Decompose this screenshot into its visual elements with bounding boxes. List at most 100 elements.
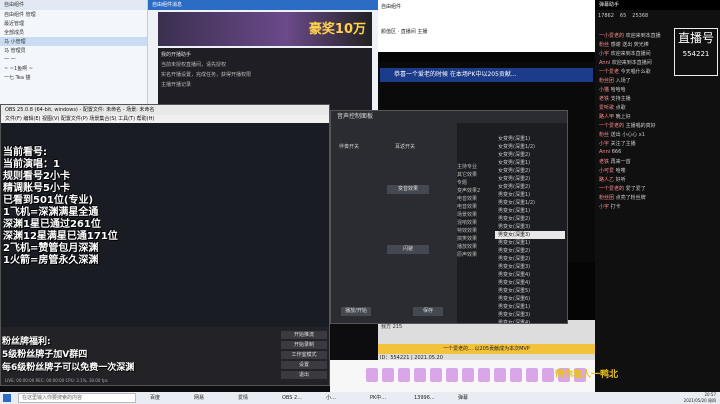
gift-icon[interactable] — [542, 368, 554, 382]
obs-control-button[interactable]: 退出 — [281, 371, 327, 379]
group-row[interactable]: 自由组件 管理 — [0, 10, 147, 19]
system-clock[interactable]: 20:57 2021/05/20 周四 — [684, 392, 716, 404]
play-button[interactable]: 播放/开始 — [341, 307, 371, 316]
voice-effect-item[interactable]: 男变女(深重2) — [495, 215, 565, 223]
live-room-tabs[interactable]: 颜值区 · 直播间 主播 — [381, 28, 592, 35]
group-row[interactable]: 全部成员 — [0, 28, 147, 37]
voice-effect-button[interactable]: 变音效果 — [387, 185, 429, 194]
obs-control-button[interactable]: 开始录制 — [281, 341, 327, 349]
taskbar-app[interactable]: OBS 2... — [282, 393, 302, 403]
taskbar-app[interactable]: 弹幕 — [458, 393, 468, 403]
gift-icon[interactable] — [382, 368, 394, 382]
start-icon[interactable] — [3, 394, 11, 402]
danmu-user[interactable]: Anni — [599, 60, 610, 66]
gift-icon[interactable] — [446, 368, 458, 382]
voice-effect-item[interactable]: 男变女(深重3) — [495, 223, 565, 231]
voice-category[interactable]: 主持专业 — [457, 163, 493, 171]
group-row[interactable]: ~ ~1鱼啊 ~ — [0, 64, 147, 73]
voice-effect-item[interactable]: 女变男(深重2) — [495, 151, 565, 159]
gift-icon[interactable] — [510, 368, 522, 382]
danmu-user[interactable]: 粉丝团 — [599, 195, 614, 201]
group-row[interactable]: 最近管理 — [0, 19, 147, 28]
group-row[interactable]: 马 管理员 — [0, 46, 147, 55]
danmu-user[interactable]: 小宇 — [599, 141, 609, 147]
voice-category[interactable]: 变声效果2 — [457, 187, 493, 195]
voice-effect-item[interactable]: 男变女(深重1) — [495, 303, 565, 311]
taskbar-app[interactable]: 百度 — [150, 393, 160, 403]
voice-effect-item[interactable]: 女变男(深重2) — [495, 183, 565, 191]
danmu-user[interactable]: 小宇 — [599, 51, 609, 57]
helper-line-3[interactable]: 主播开播记录 — [161, 81, 369, 88]
obs-control-button[interactable]: 设置 — [281, 361, 327, 369]
danmu-user[interactable]: 小猫 — [599, 87, 609, 93]
voice-effect-item[interactable]: 男变女(深重1/2) — [495, 199, 565, 207]
voice-category[interactable]: 特效效果 — [457, 227, 493, 235]
group-row[interactable]: 一七 Tea 猫 — [0, 73, 147, 82]
promo-banner[interactable]: 豪奖10万 — [158, 12, 372, 46]
voice-effect-item[interactable]: 男变女(深重1) — [495, 191, 565, 199]
voice-category[interactable]: 搞笑效果 — [457, 235, 493, 243]
taskbar-search-input[interactable]: 在这里输入你要搜索的内容 — [18, 393, 136, 403]
gift-icon[interactable] — [494, 368, 506, 382]
voice-category[interactable]: 原声效果 — [457, 251, 493, 259]
danmu-user[interactable]: 老铁 — [599, 96, 609, 102]
voice-effect-item[interactable]: 男变女(深重1) — [495, 239, 565, 247]
gift-icon[interactable] — [462, 368, 474, 382]
group-row[interactable]: 一 一 — [0, 55, 147, 64]
obs-menu-bar[interactable]: 文件(F) 编辑(E) 视图(V) 配置文件(P) 场景集合(S) 工具(T) … — [1, 115, 329, 123]
voice-effect-item[interactable]: 男变女(深重4) — [495, 271, 565, 279]
voice-effect-item[interactable]: 男变女(深重2) — [495, 255, 565, 263]
gift-icon[interactable] — [526, 368, 538, 382]
gift-icon[interactable] — [366, 368, 378, 382]
voice-effect-item[interactable]: 男变女(深重4) — [495, 319, 565, 323]
voice-effect-item[interactable]: 女变男(深重1) — [495, 159, 565, 167]
voice-category[interactable]: 其它效果 — [457, 171, 493, 179]
obs-control-button[interactable]: 工作室模式 — [281, 351, 327, 359]
danmu-user[interactable]: 路人甲 — [599, 114, 614, 120]
voice-effect-item[interactable]: 女变男(深重1) — [495, 135, 565, 143]
danmu-user[interactable]: 路人乙 — [599, 177, 614, 183]
voice-effect-item[interactable]: 男变女(深重5) — [495, 287, 565, 295]
voice-category[interactable]: 混响效果 — [457, 219, 493, 227]
danmu-user[interactable]: 一个爱老 — [599, 69, 619, 75]
dodge-button[interactable]: 闪避 — [387, 245, 429, 254]
danmu-user[interactable]: 粉丝 — [599, 132, 609, 138]
voice-effect-item[interactable]: 男变女(深重1) — [495, 207, 565, 215]
voice-category[interactable]: 电音效果 — [457, 195, 493, 203]
voice-effect-item[interactable]: 女变男(深重1/2) — [495, 143, 565, 151]
taskbar-app[interactable]: 小… — [326, 393, 336, 403]
voice-category[interactable]: 电音效果 — [457, 203, 493, 211]
voice-effect-item[interactable]: 女变男(深重2) — [495, 167, 565, 175]
danmu-user[interactable]: 一小爱老的 — [599, 33, 624, 39]
danmu-user[interactable]: 一个爱老的 — [599, 123, 624, 129]
danmu-user[interactable]: 粉丝团 — [599, 78, 614, 84]
danmu-user[interactable]: 小可爱 — [599, 168, 614, 174]
gift-icon[interactable] — [478, 368, 490, 382]
voice-effect-item[interactable]: 女变男(深重2) — [495, 175, 565, 183]
voice-effect-item[interactable]: 男变女(深重4) — [495, 279, 565, 287]
save-button[interactable]: 保存 — [413, 307, 443, 316]
group-row[interactable]: 马 小管理 — [0, 37, 147, 46]
voice-effect-item[interactable]: 男变女(深重3) — [495, 231, 565, 239]
danmu-user[interactable]: 一个爱老的 — [599, 186, 624, 192]
danmu-user[interactable]: 爱听歌 — [599, 105, 614, 111]
taskbar-app[interactable]: 爱情 — [238, 393, 248, 403]
gift-icon[interactable] — [398, 368, 410, 382]
danmu-user[interactable]: Anni — [599, 149, 610, 155]
gift-icon[interactable] — [430, 368, 442, 382]
taskbar-app[interactable]: 13996... — [414, 393, 435, 403]
danmu-user[interactable]: 粉丝 — [599, 42, 609, 48]
danmu-user[interactable]: 小宇 — [599, 204, 609, 210]
danmu-user[interactable]: 老铁 — [599, 159, 609, 165]
voice-category[interactable]: 专题 — [457, 179, 493, 187]
taskbar-app[interactable]: PK中… — [370, 393, 386, 403]
gift-icon[interactable] — [414, 368, 426, 382]
voice-category[interactable]: 播放效果 — [457, 243, 493, 251]
taskbar-app[interactable]: 网易 — [194, 393, 204, 403]
voice-effect-item[interactable]: 男变女(深重3) — [495, 311, 565, 319]
voice-category[interactable]: 场景效果 — [457, 211, 493, 219]
obs-control-button[interactable]: 开始推流 — [281, 331, 327, 339]
voice-effect-item[interactable]: 男变女(深重6) — [495, 295, 565, 303]
voice-effect-item[interactable]: 男变女(深重2) — [495, 247, 565, 255]
voice-effect-item[interactable]: 男变女(深重3) — [495, 263, 565, 271]
